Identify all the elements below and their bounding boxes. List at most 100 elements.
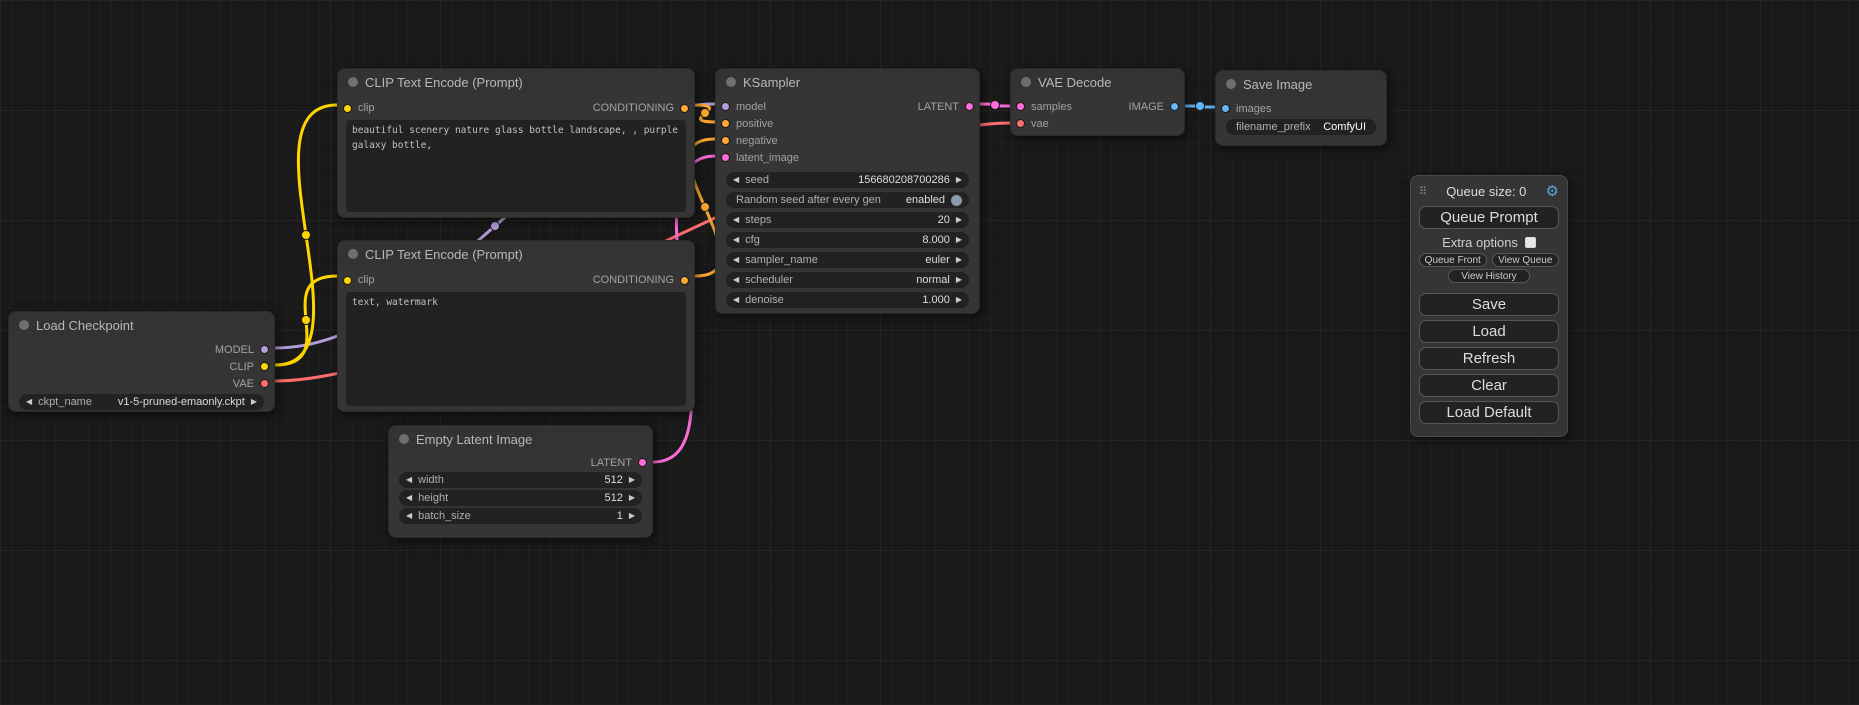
cfg-widget[interactable]: ◀ cfg 8.000 ▶ <box>726 232 969 248</box>
decrement-arrow-icon[interactable]: ◀ <box>733 216 739 224</box>
node-status-dot-icon[interactable] <box>19 320 29 330</box>
steps-widget[interactable]: ◀ steps 20 ▶ <box>726 212 969 228</box>
node-titlebar[interactable]: KSampler <box>716 69 979 95</box>
node-save-image: Save Image images filename_prefix ComfyU… <box>1215 70 1387 146</box>
image-output-port[interactable] <box>1170 102 1179 111</box>
positive-input-port[interactable] <box>721 119 730 128</box>
output-label-model: MODEL <box>215 344 254 356</box>
node-status-dot-icon[interactable] <box>1226 79 1236 89</box>
input-label-latent-image: latent_image <box>736 152 799 164</box>
node-status-dot-icon[interactable] <box>348 249 358 259</box>
decrement-arrow-icon[interactable]: ◀ <box>406 476 412 484</box>
model-output-port[interactable] <box>260 345 269 354</box>
extra-options-checkbox[interactable] <box>1525 237 1536 248</box>
widget-value: 156680208700286 <box>858 174 950 186</box>
batch-size-widget[interactable]: ◀ batch_size 1 ▶ <box>399 508 642 524</box>
increment-arrow-icon[interactable]: ▶ <box>956 216 962 224</box>
scheduler-widget[interactable]: ◀ scheduler normal ▶ <box>726 272 969 288</box>
node-title: CLIP Text Encode (Prompt) <box>365 75 523 90</box>
latent-image-input-port[interactable] <box>721 153 730 162</box>
node-titlebar[interactable]: Empty Latent Image <box>389 426 652 452</box>
decrement-arrow-icon[interactable]: ◀ <box>733 296 739 304</box>
widget-value: normal <box>916 274 950 286</box>
decrement-arrow-icon[interactable]: ◀ <box>733 236 739 244</box>
clip-input-port[interactable] <box>343 104 352 113</box>
link-midpoint-dot <box>302 316 311 325</box>
increment-arrow-icon[interactable]: ▶ <box>629 476 635 484</box>
output-label-conditioning: CONDITIONING <box>593 274 674 286</box>
clip-input-port[interactable] <box>343 276 352 285</box>
conditioning-output-port[interactable] <box>680 104 689 113</box>
sampler-name-widget[interactable]: ◀ sampler_name euler ▶ <box>726 252 969 268</box>
queue-size-label: Queue size: 0 <box>1427 184 1545 199</box>
view-history-button[interactable]: View History <box>1448 269 1529 283</box>
negative-prompt-textarea[interactable]: text, watermark <box>346 292 686 406</box>
toggle-knob-icon[interactable] <box>951 195 962 206</box>
ckpt-name-widget[interactable]: ◀ ckpt_name v1-5-pruned-emaonly.ckpt ▶ <box>19 394 264 410</box>
decrement-arrow-icon[interactable]: ◀ <box>406 494 412 502</box>
increment-arrow-icon[interactable]: ▶ <box>629 512 635 520</box>
widget-label: width <box>418 474 444 486</box>
prev-value-arrow-icon[interactable]: ◀ <box>733 256 739 264</box>
filename-prefix-widget[interactable]: filename_prefix ComfyUI <box>1226 119 1376 135</box>
queue-front-button[interactable]: Queue Front <box>1419 253 1487 267</box>
random-seed-toggle-widget[interactable]: Random seed after every gen enabled <box>726 192 969 208</box>
output-label-clip: CLIP <box>230 361 254 373</box>
latent-output-port[interactable] <box>965 102 974 111</box>
node-status-dot-icon[interactable] <box>348 77 358 87</box>
node-titlebar[interactable]: Load Checkpoint <box>9 312 274 338</box>
positive-prompt-textarea[interactable]: beautiful scenery nature glass bottle la… <box>346 120 686 212</box>
save-button[interactable]: Save <box>1419 293 1559 316</box>
vae-output-port[interactable] <box>260 379 269 388</box>
refresh-button[interactable]: Refresh <box>1419 347 1559 370</box>
vae-input-port[interactable] <box>1016 119 1025 128</box>
clip-output-port[interactable] <box>260 362 269 371</box>
seed-widget[interactable]: ◀ seed 156680208700286 ▶ <box>726 172 969 188</box>
clear-button[interactable]: Clear <box>1419 374 1559 397</box>
node-status-dot-icon[interactable] <box>726 77 736 87</box>
link-midpoint-dot <box>491 222 500 231</box>
next-value-arrow-icon[interactable]: ▶ <box>251 398 257 406</box>
decrement-arrow-icon[interactable]: ◀ <box>733 176 739 184</box>
decrement-arrow-icon[interactable]: ◀ <box>406 512 412 520</box>
link-midpoint-dot <box>991 101 1000 110</box>
node-body: clip CONDITIONING text, watermark <box>338 267 694 414</box>
queue-prompt-button[interactable]: Queue Prompt <box>1419 206 1559 229</box>
images-input-port[interactable] <box>1221 104 1230 113</box>
next-value-arrow-icon[interactable]: ▶ <box>956 256 962 264</box>
node-titlebar[interactable]: Save Image <box>1216 71 1386 97</box>
conditioning-output-port[interactable] <box>680 276 689 285</box>
increment-arrow-icon[interactable]: ▶ <box>956 236 962 244</box>
node-status-dot-icon[interactable] <box>1021 77 1031 87</box>
widget-value: 1 <box>617 510 623 522</box>
node-titlebar[interactable]: VAE Decode <box>1011 69 1184 95</box>
latent-output-port[interactable] <box>638 458 647 467</box>
view-queue-button[interactable]: View Queue <box>1492 253 1560 267</box>
load-default-button[interactable]: Load Default <box>1419 401 1559 424</box>
node-titlebar[interactable]: CLIP Text Encode (Prompt) <box>338 69 694 95</box>
settings-gear-icon[interactable]: ⚙ <box>1546 182 1559 200</box>
link-midpoint-dot <box>302 231 311 240</box>
prev-value-arrow-icon[interactable]: ◀ <box>733 276 739 284</box>
samples-input-port[interactable] <box>1016 102 1025 111</box>
node-graph-canvas[interactable]: Load Checkpoint MODEL CLIP VAE <box>0 0 1859 705</box>
width-widget[interactable]: ◀ width 512 ▶ <box>399 472 642 488</box>
increment-arrow-icon[interactable]: ▶ <box>956 296 962 304</box>
node-clip-text-encode-positive: CLIP Text Encode (Prompt) clip CONDITION… <box>337 68 695 218</box>
next-value-arrow-icon[interactable]: ▶ <box>956 276 962 284</box>
input-label-vae: vae <box>1031 118 1049 130</box>
node-titlebar[interactable]: CLIP Text Encode (Prompt) <box>338 241 694 267</box>
model-input-port[interactable] <box>721 102 730 111</box>
denoise-widget[interactable]: ◀ denoise 1.000 ▶ <box>726 292 969 308</box>
increment-arrow-icon[interactable]: ▶ <box>956 176 962 184</box>
wire-latent-to-vae-decode <box>980 104 1010 106</box>
prev-value-arrow-icon[interactable]: ◀ <box>26 398 32 406</box>
load-button[interactable]: Load <box>1419 320 1559 343</box>
negative-input-port[interactable] <box>721 136 730 145</box>
drag-handle-icon[interactable]: ⠿ <box>1419 185 1427 198</box>
widget-value: ComfyUI <box>1323 121 1366 133</box>
increment-arrow-icon[interactable]: ▶ <box>629 494 635 502</box>
input-label-clip: clip <box>358 274 375 286</box>
node-status-dot-icon[interactable] <box>399 434 409 444</box>
height-widget[interactable]: ◀ height 512 ▶ <box>399 490 642 506</box>
